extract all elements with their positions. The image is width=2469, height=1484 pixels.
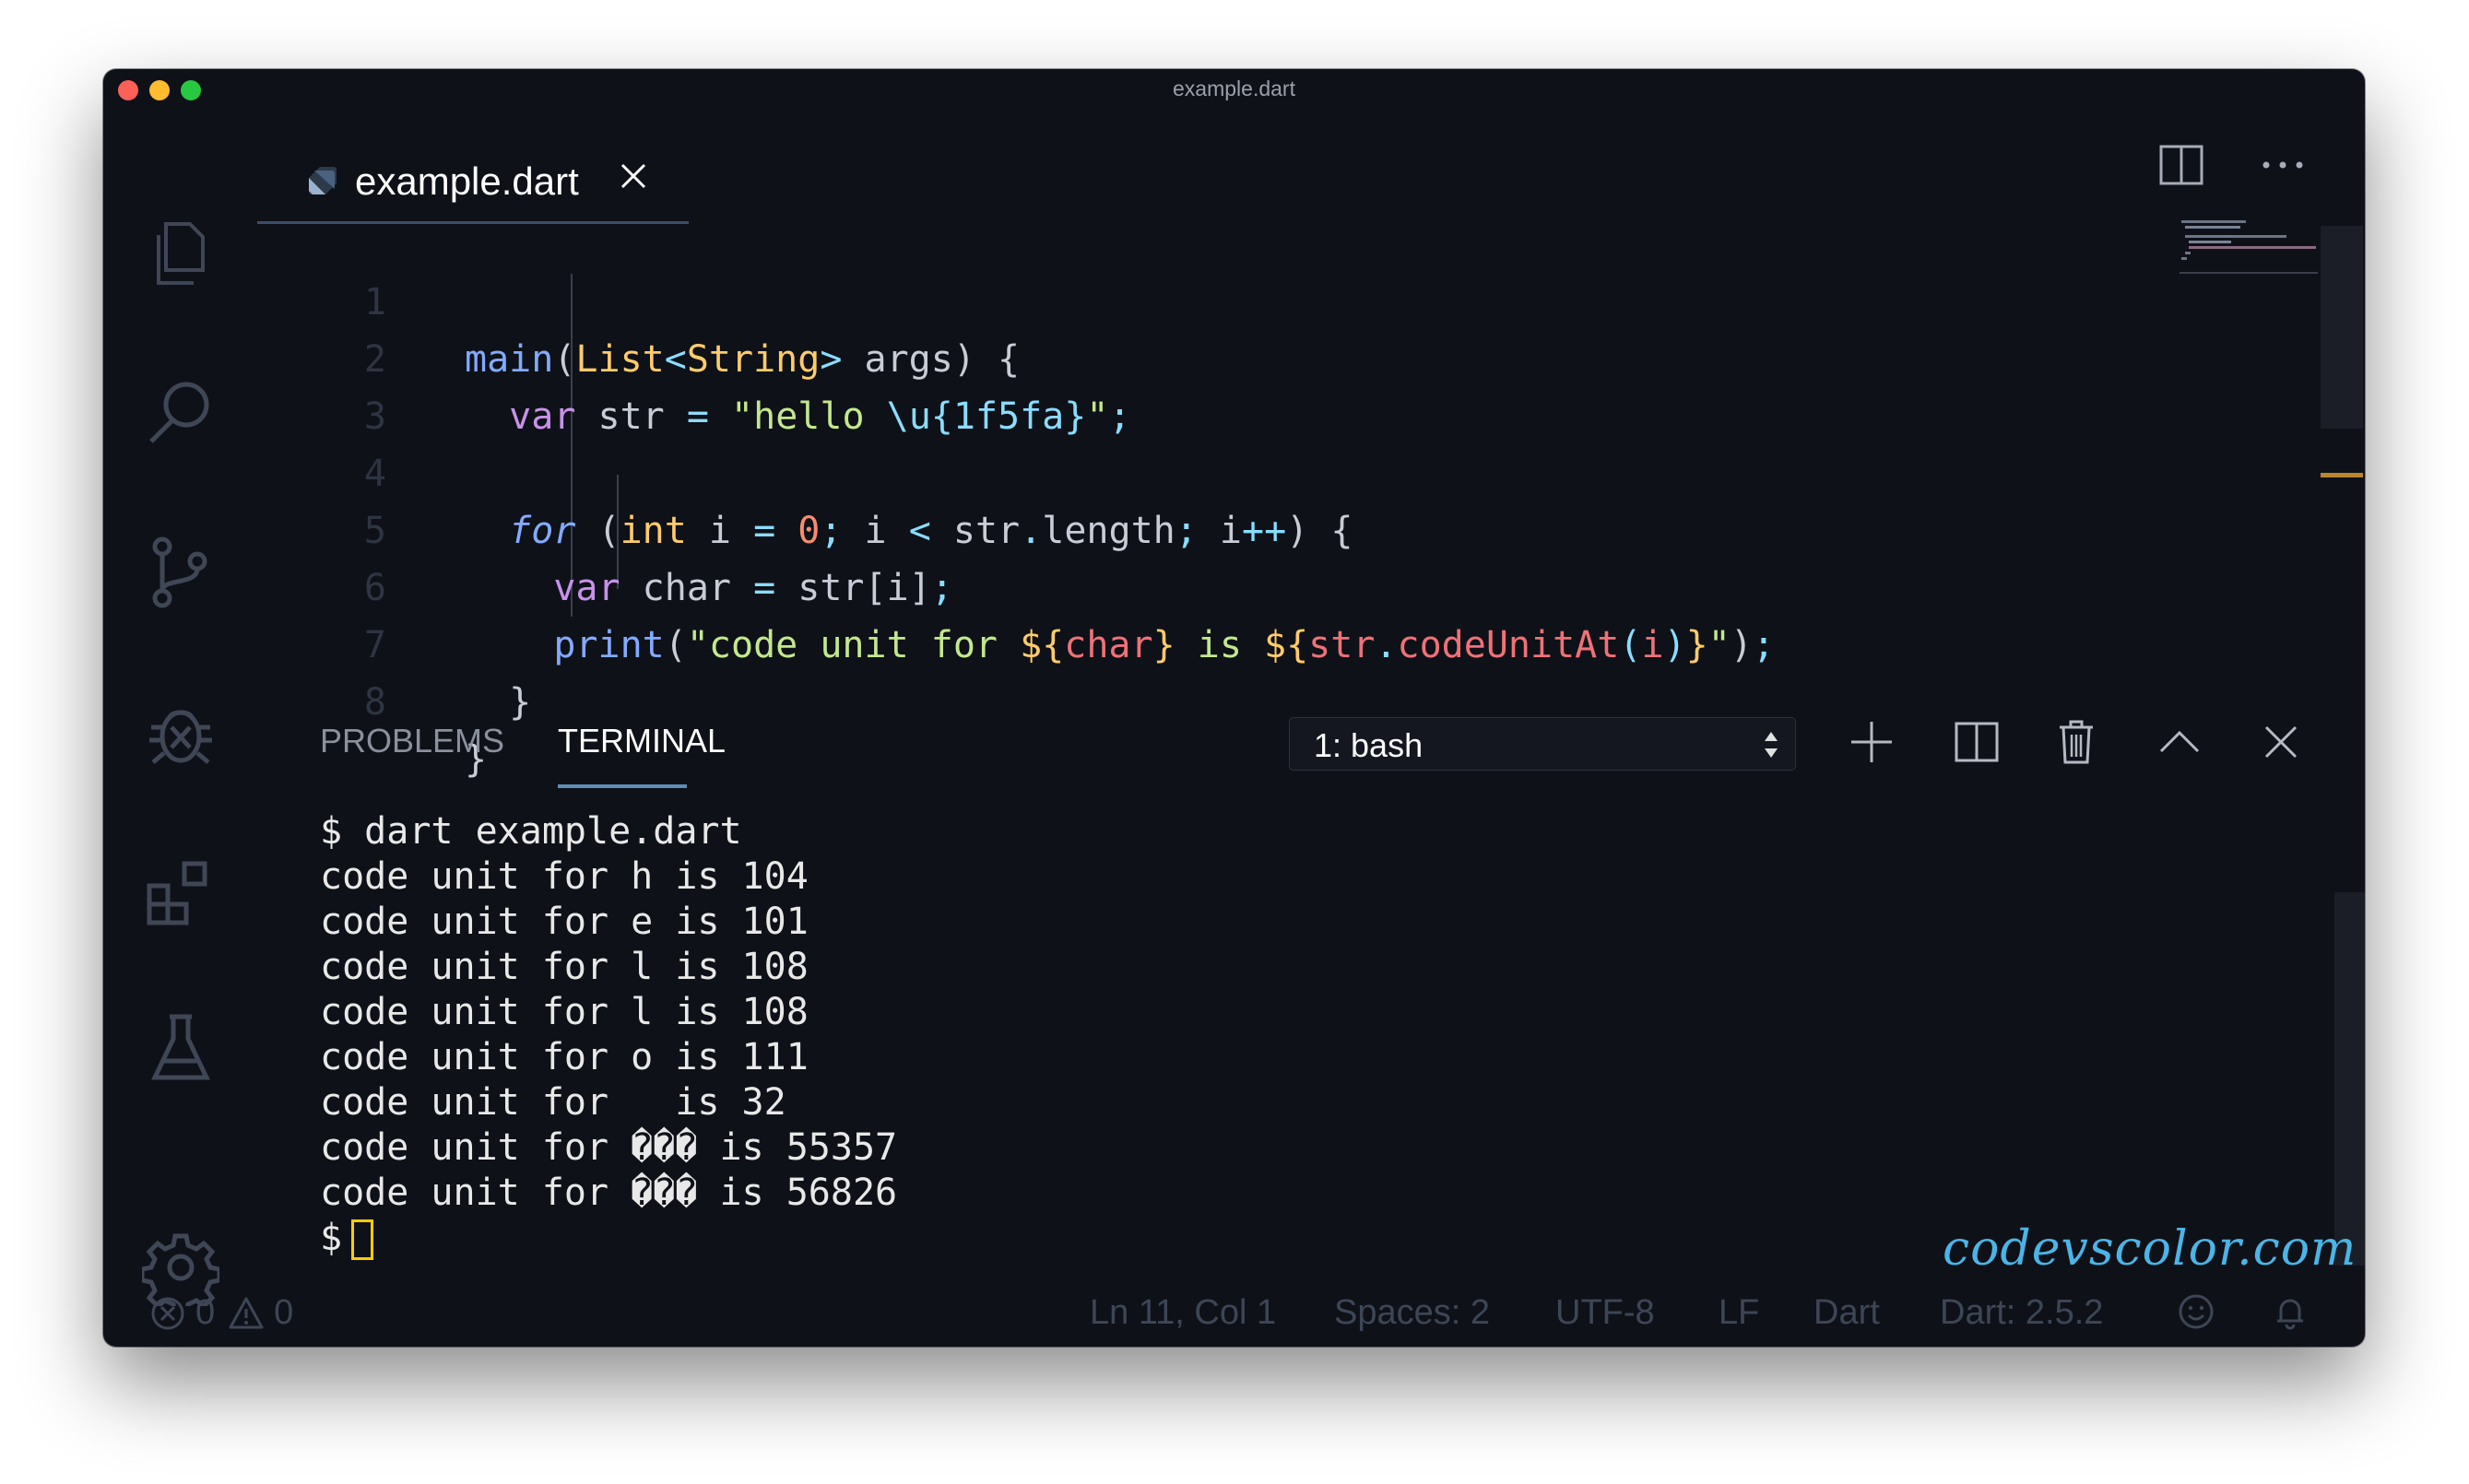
search-icon[interactable]: [136, 368, 225, 456]
terminal-line: code unit for l is 108: [320, 946, 809, 988]
terminal-line: code unit for ��� is 55357: [320, 1126, 898, 1169]
vscode-window: example.dart example.dart 1 main(List<St…: [103, 69, 2365, 1347]
language-status[interactable]: Dart: [1813, 1293, 1880, 1333]
editor-scrollbar[interactable]: [2321, 226, 2363, 429]
error-icon: [151, 1297, 184, 1329]
activity-bar: [103, 108, 258, 1306]
encoding-status[interactable]: UTF-8: [1555, 1293, 1655, 1333]
eol-status[interactable]: LF: [1719, 1293, 1759, 1333]
close-panel-icon[interactable]: [2253, 714, 2309, 770]
select-arrows-icon: [1765, 732, 1778, 758]
terminal-line: code unit for o is 111: [320, 1036, 809, 1078]
code-line: 2 var str = "hello \u{1f5fa}";: [257, 274, 2212, 438]
warning-icon: [229, 1297, 264, 1328]
split-editor-icon[interactable]: [2154, 137, 2209, 193]
terminal-prompt: $: [320, 1217, 343, 1259]
terminal-line: code unit for l is 108: [320, 991, 809, 1033]
problems-status[interactable]: 0 0: [149, 1293, 293, 1333]
title-bar: example.dart: [103, 69, 2365, 108]
code-line: 8 }: [257, 617, 2212, 781]
source-control-icon[interactable]: [136, 528, 225, 617]
dart-file-icon: [309, 167, 337, 194]
minimap[interactable]: [2180, 218, 2318, 274]
feedback-button[interactable]: [2178, 1293, 2215, 1330]
terminal-select-value: 1: bash: [1314, 726, 1424, 764]
status-bar: 0 0 Ln 11, Col 1 Spaces: 2 UTF-8 LF Dart…: [103, 1286, 2365, 1347]
code-line: 3: [257, 331, 2212, 438]
terminal-line: $ dart example.dart: [320, 810, 742, 853]
code-line: 4 for (int i = 0; i < str.length; i++) {: [257, 388, 2212, 552]
terminal-line: code unit for is 32: [320, 1081, 786, 1124]
debug-icon[interactable]: [136, 689, 225, 777]
smiley-icon: [2179, 1294, 2214, 1329]
cursor-position[interactable]: Ln 11, Col 1: [1090, 1293, 1276, 1333]
notifications-button[interactable]: [2272, 1293, 2309, 1330]
bell-icon: [2277, 1299, 2303, 1330]
more-actions-icon[interactable]: [2255, 137, 2310, 193]
files-icon[interactable]: [136, 209, 225, 298]
terminal-output[interactable]: $ dart example.dart code unit for h is 1…: [320, 809, 2072, 1261]
terminal-cursor: [351, 1219, 374, 1260]
extensions-icon[interactable]: [136, 847, 225, 936]
tab-example-dart[interactable]: example.dart: [257, 148, 689, 224]
scrollbar-marker: [2321, 473, 2363, 477]
terminal-line: code unit for ��� is 56826: [320, 1172, 898, 1214]
kill-terminal-icon[interactable]: [2049, 714, 2104, 770]
new-terminal-icon[interactable]: [1844, 714, 1899, 770]
code-line: 5 var char = str[i];: [257, 445, 2212, 609]
terminal-prompt-line: $: [320, 1216, 2072, 1261]
watermark: codevscolor.com: [1943, 1221, 2357, 1277]
window-title: example.dart: [1173, 77, 1295, 100]
testing-icon[interactable]: [136, 1004, 225, 1092]
split-terminal-icon[interactable]: [1949, 714, 2004, 770]
sdk-version-status[interactable]: Dart: 2.5.2: [1940, 1293, 2103, 1333]
code-line: 7 }: [257, 559, 2212, 724]
indentation-status[interactable]: Spaces: 2: [1334, 1293, 1490, 1333]
terminal-select[interactable]: 1: bash: [1289, 717, 1796, 771]
active-tab-indicator: [558, 784, 687, 788]
tab-label: example.dart: [355, 159, 579, 203]
close-tab-icon[interactable]: [615, 158, 652, 194]
tab-terminal[interactable]: TERMINAL: [558, 722, 726, 760]
code-line: 1 main(List<String> args) {: [257, 217, 2212, 381]
tab-problems[interactable]: PROBLEMS: [320, 722, 504, 760]
terminal-scrollbar[interactable]: [2334, 892, 2365, 1266]
error-count: 0: [195, 1293, 216, 1332]
terminal-line: code unit for e is 101: [320, 901, 809, 943]
maximize-panel-icon[interactable]: [2152, 714, 2207, 770]
warning-count: 0: [274, 1293, 294, 1332]
terminal-line: code unit for h is 104: [320, 855, 809, 898]
code-line: 6 print("code unit for ${char} is ${str.…: [257, 502, 2212, 666]
code-editor[interactable]: 1 main(List<String> args) { 2 var str = …: [257, 217, 2212, 781]
